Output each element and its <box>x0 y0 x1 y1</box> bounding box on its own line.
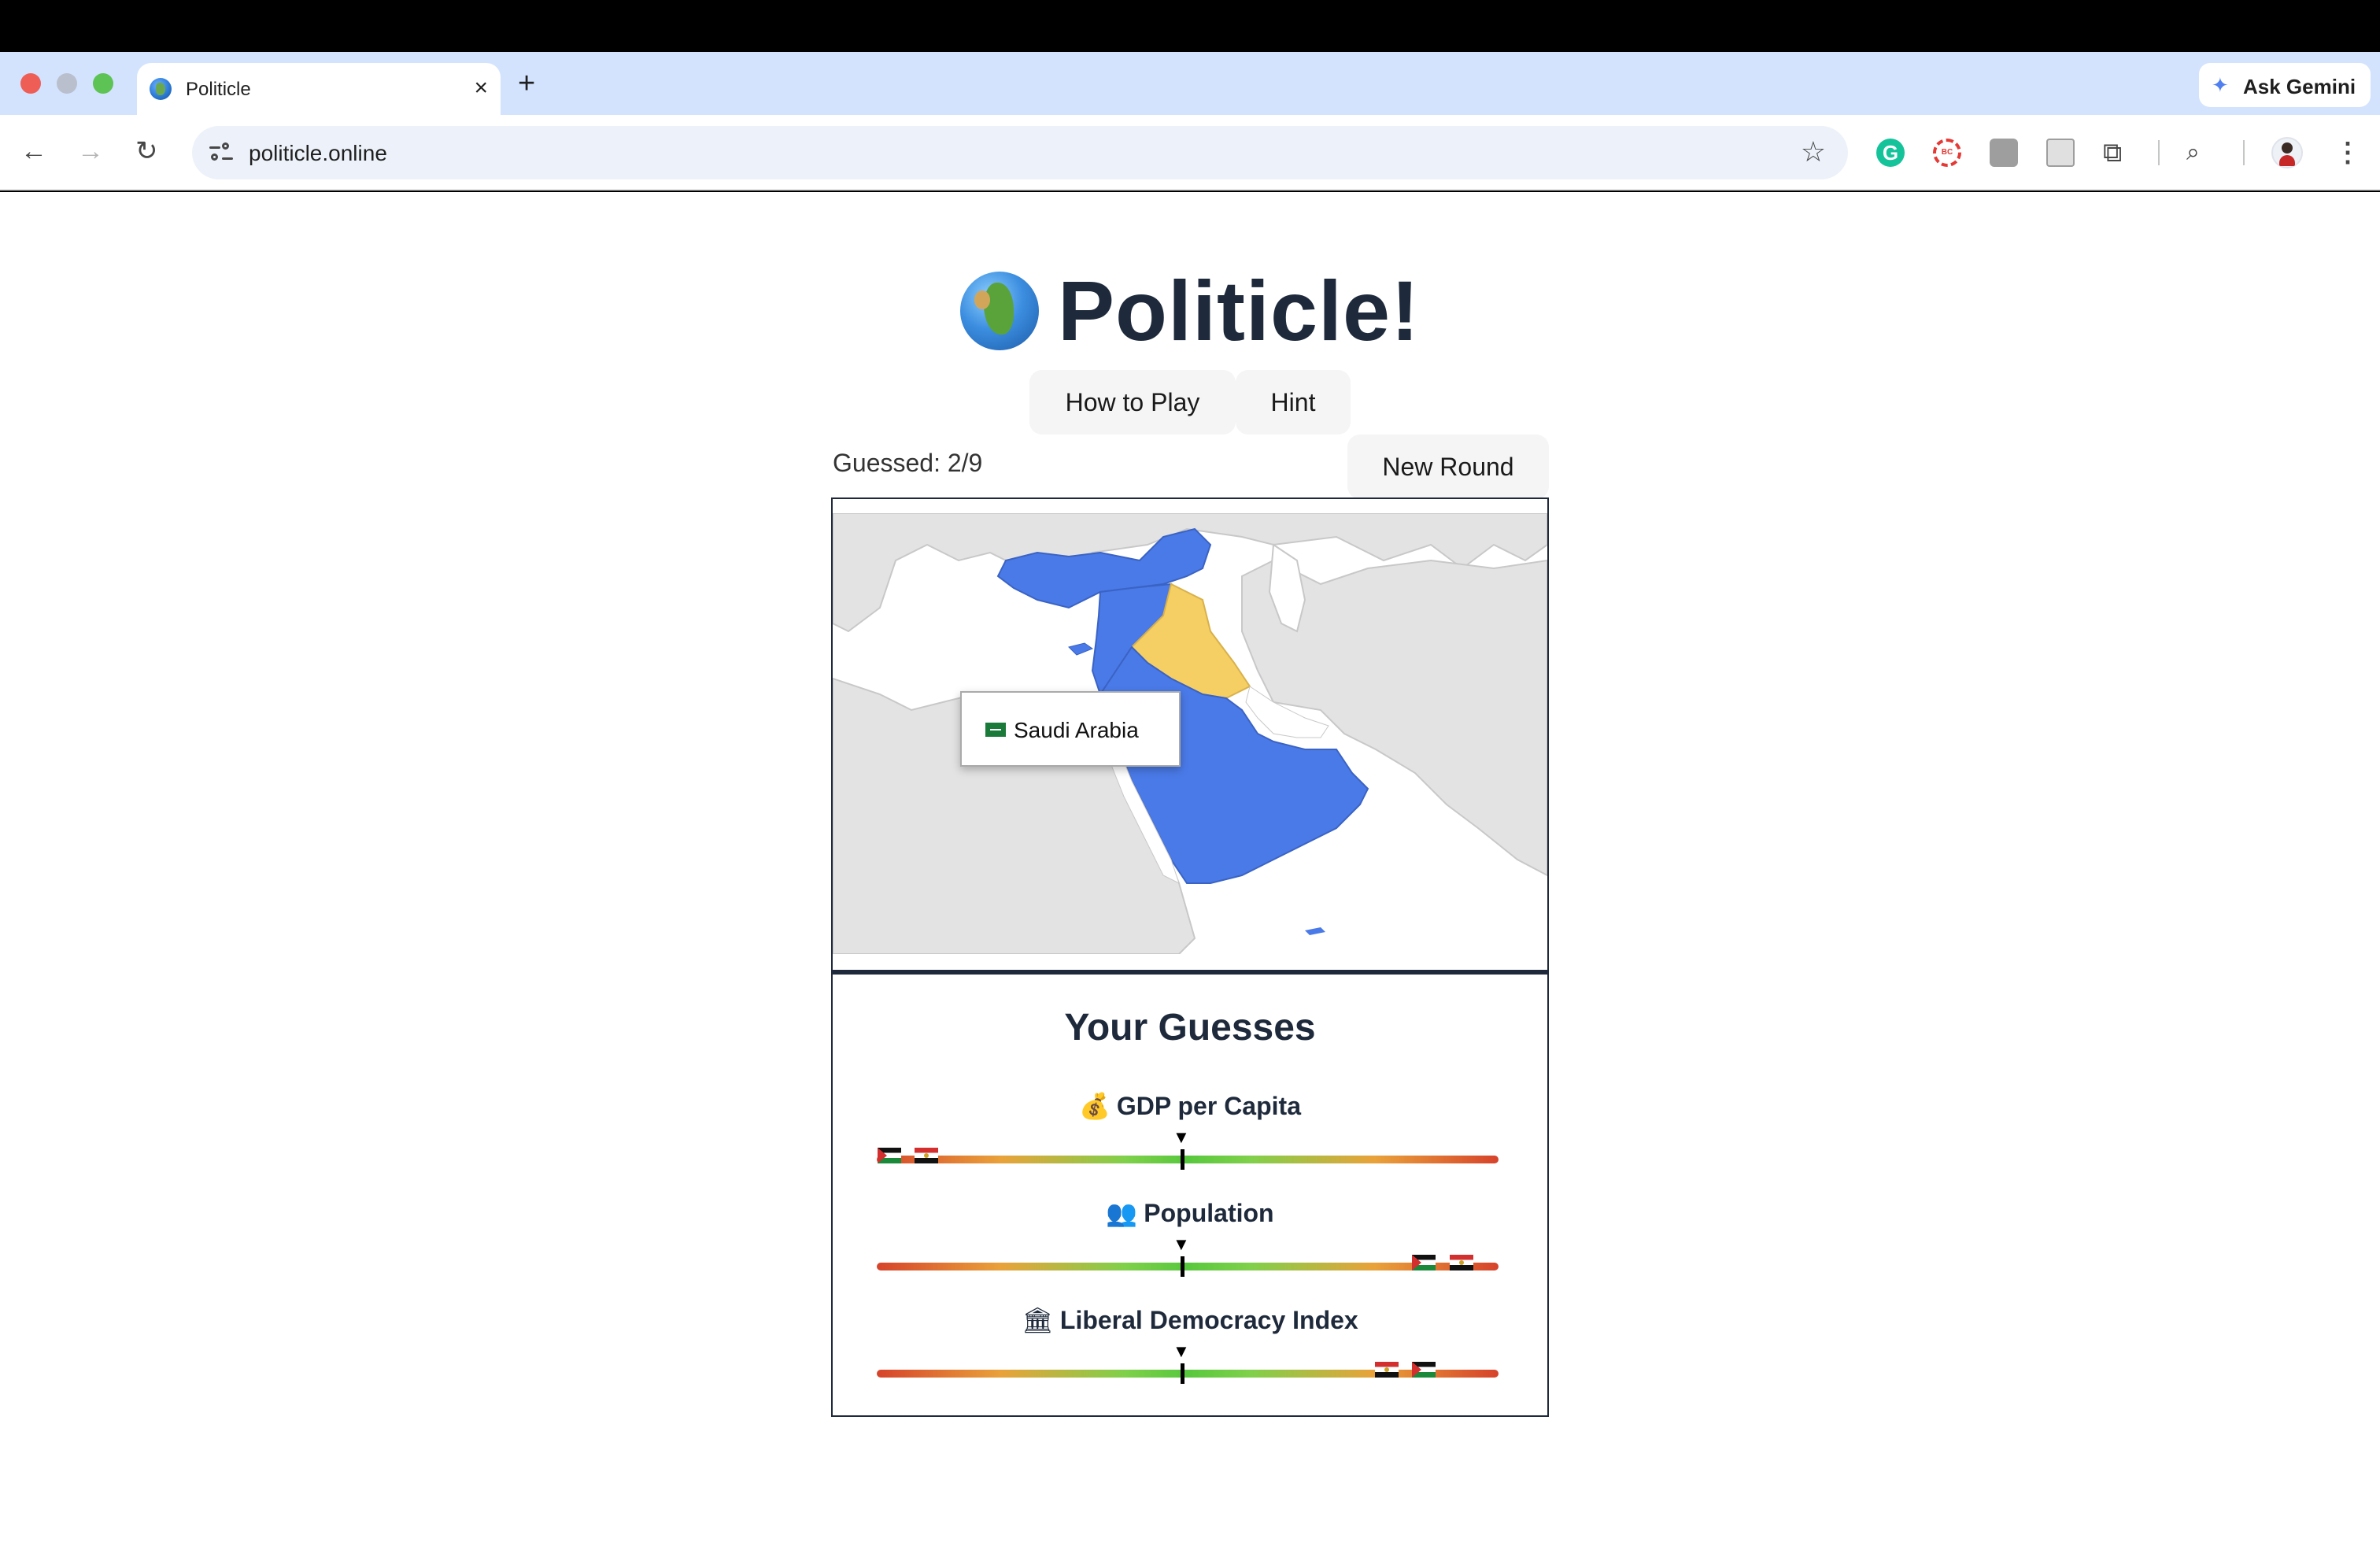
new-tab-button[interactable]: + <box>518 68 535 99</box>
hint-button[interactable]: Hint <box>1236 370 1351 435</box>
metric-population: 👥 Population ▼ <box>833 1198 1547 1293</box>
target-tick <box>1181 1149 1184 1170</box>
globe-favicon-icon <box>150 78 172 100</box>
file-extension-icon[interactable] <box>2046 139 2075 167</box>
palestine-flag-icon[interactable] <box>1412 1362 1436 1378</box>
metric-gradient-bar <box>877 1263 1499 1270</box>
saudi-arabia-flag-icon <box>985 723 1006 737</box>
page-header: Politicle! <box>0 261 2380 360</box>
tooltip-country-name: Saudi Arabia <box>1014 718 1139 742</box>
reload-icon[interactable]: ↻ <box>135 135 158 167</box>
url-text[interactable]: politicle.online <box>249 141 387 166</box>
guesses-panel: Your Guesses 💰 GDP per Capita ▼ 👥 Populati… <box>831 971 1549 1417</box>
forward-icon[interactable]: → <box>77 135 104 167</box>
metric-liberal-democracy-index: 🏛 Liberal Democracy Index ▼ <box>833 1305 1547 1400</box>
tab-title: Politicle <box>186 79 251 100</box>
tab-politicle[interactable]: Politicle × <box>137 63 501 115</box>
screen: Politicle × + ✦ Ask Gemini ← → ↻ politic… <box>0 0 2380 1546</box>
metric-label-text: Population <box>1144 1199 1274 1227</box>
minimize-window-button[interactable] <box>57 73 77 94</box>
metric-gradient-bar <box>877 1156 1499 1163</box>
palestine-flag-icon[interactable] <box>878 1148 901 1163</box>
how-to-play-button[interactable]: How to Play <box>1029 370 1236 435</box>
target-marker-icon: ▼ <box>1173 1127 1190 1147</box>
back-icon[interactable]: ← <box>20 135 47 167</box>
page-content: Politicle! How to Play Hint Guessed: 2/9… <box>0 192 2380 1546</box>
people-icon: 👥 <box>1106 1199 1138 1227</box>
egypt-flag-icon[interactable] <box>1375 1362 1399 1378</box>
guessed-counter: Guessed: 2/9 <box>833 449 983 477</box>
menu-bar-area <box>0 0 2380 52</box>
address-bar[interactable]: politicle.online ☆ <box>192 126 1848 179</box>
map-panel[interactable]: Saudi Arabia <box>831 497 1549 971</box>
gemini-sparkle-icon: ✦ <box>2212 73 2229 97</box>
globe-icon <box>959 271 1039 350</box>
egypt-flag-icon[interactable] <box>1450 1255 1473 1270</box>
close-tab-icon[interactable]: × <box>474 74 488 102</box>
guesses-title: Your Guesses <box>1064 1007 1316 1049</box>
target-tick <box>1181 1256 1184 1277</box>
red-extension-icon[interactable]: BC <box>1933 139 1961 167</box>
grey-extension-icon[interactable] <box>1990 139 2018 167</box>
close-window-button[interactable] <box>20 73 41 94</box>
grammarly-extension-icon[interactable]: G <box>1876 139 1905 167</box>
metric-gradient-bar <box>877 1370 1499 1378</box>
metric-label: 🏛 Liberal Democracy Index <box>833 1305 1547 1335</box>
tab-strip: Politicle × + ✦ Ask Gemini <box>0 52 2380 115</box>
toolbar-divider <box>2243 140 2245 165</box>
profile-avatar[interactable] <box>2271 137 2303 168</box>
new-round-button[interactable]: New Round <box>1347 435 1549 499</box>
browser-toolbar: ← → ↻ politicle.online ☆ G BC ⧉ ⌕ ⋮ <box>0 115 2380 190</box>
middle-east-map[interactable] <box>833 513 1547 954</box>
extensions-puzzle-icon[interactable]: ⧉ <box>2103 139 2131 167</box>
tab-search-icon[interactable]: ⌕ <box>2186 139 2215 167</box>
target-marker-icon: ▼ <box>1173 1341 1190 1361</box>
target-tick <box>1181 1363 1184 1384</box>
more-menu-icon[interactable]: ⋮ <box>2334 139 2363 167</box>
toolbar-divider <box>2158 140 2160 165</box>
palestine-flag-icon[interactable] <box>1412 1255 1436 1270</box>
government-building-icon: 🏛 <box>1022 1306 1054 1334</box>
target-marker-icon: ▼ <box>1173 1234 1190 1254</box>
page-title: Politicle! <box>1057 263 1421 358</box>
metric-gdp-per-capita: 💰 GDP per Capita ▼ <box>833 1091 1547 1185</box>
metric-label-text: Liberal Democracy Index <box>1059 1306 1358 1334</box>
bookmark-star-icon[interactable]: ☆ <box>1801 135 1826 168</box>
metric-label-text: GDP per Capita <box>1116 1092 1301 1120</box>
ask-gemini-label: Ask Gemini <box>2243 75 2356 98</box>
metric-label: 👥 Population <box>833 1198 1547 1228</box>
ask-gemini-button[interactable]: ✦ Ask Gemini <box>2199 63 2371 107</box>
money-bag-icon: 💰 <box>1079 1092 1111 1120</box>
egypt-flag-icon[interactable] <box>915 1148 938 1163</box>
site-info-icon[interactable] <box>209 140 235 165</box>
country-tooltip: Saudi Arabia <box>960 691 1181 767</box>
maximize-window-button[interactable] <box>93 73 113 94</box>
metric-label: 💰 GDP per Capita <box>833 1091 1547 1121</box>
